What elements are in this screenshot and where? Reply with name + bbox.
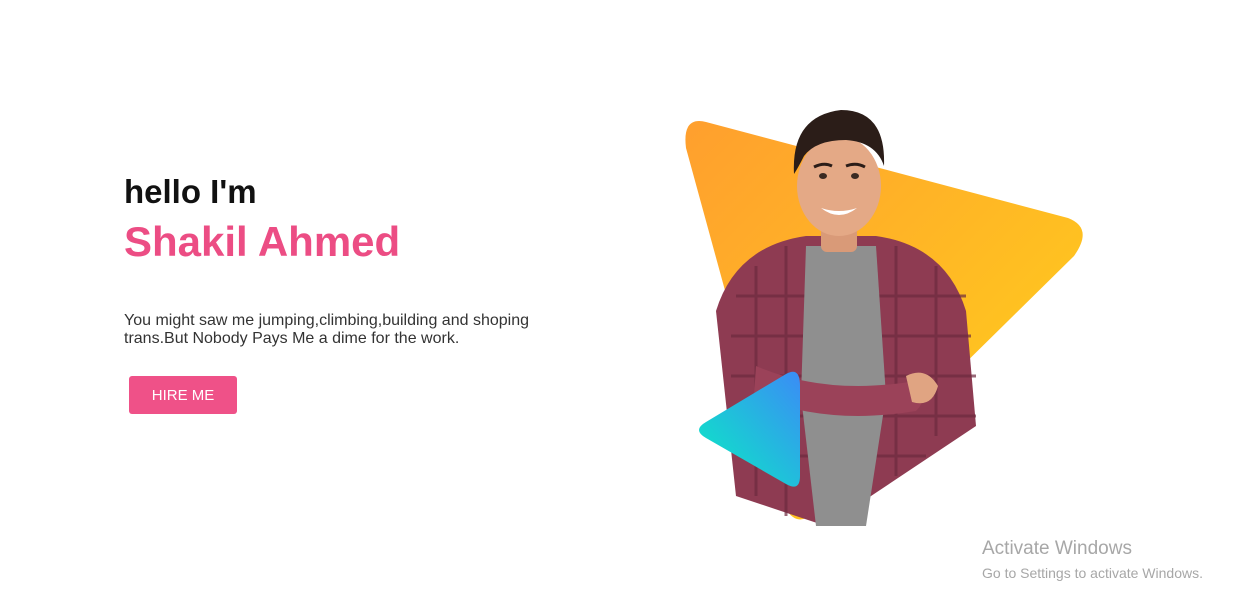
hire-me-button[interactable]: HIRE ME [129, 376, 237, 414]
hero-name: Shakil Ahmed [124, 218, 401, 265]
hero-bio-line-1: You might saw me jumping,climbing,buildi… [124, 312, 529, 329]
watermark-subtitle: Go to Settings to activate Windows. [982, 565, 1203, 581]
watermark-title: Activate Windows [982, 538, 1132, 559]
hero-artwork [676, 96, 1096, 528]
page: hello I'm Shakil Ahmed You might saw me … [0, 0, 1243, 607]
activate-windows-watermark: Activate Windows Go to Settings to activ… [982, 538, 1203, 582]
portrait-illustration [685, 110, 1083, 526]
hero-greeting: hello I'm [124, 173, 257, 210]
hero-bio: You might saw me jumping,climbing,buildi… [124, 312, 544, 348]
hero-intro: hello I'm Shakil Ahmed You might saw me … [124, 172, 554, 348]
hero-bio-line-2: trans.But Nobody Pays Me a dime for the … [124, 330, 460, 347]
